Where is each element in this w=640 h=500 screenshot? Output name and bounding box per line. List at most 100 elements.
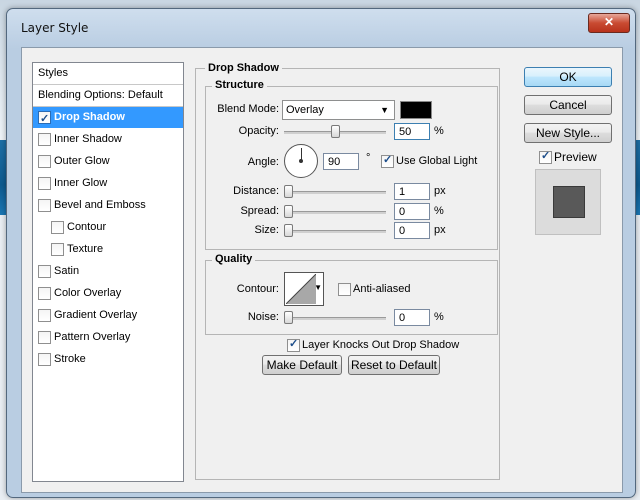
pattern-overlay-checkbox[interactable] <box>38 331 51 344</box>
new-style-button[interactable]: New Style... <box>524 123 612 143</box>
anti-aliased-checkbox[interactable] <box>338 283 351 296</box>
size-slider-track[interactable] <box>284 230 386 233</box>
style-item-outer-glow[interactable]: Outer Glow <box>33 151 183 172</box>
blend-mode-label: Blend Mode: <box>217 103 279 115</box>
style-item-inner-shadow[interactable]: Inner Shadow <box>33 129 183 150</box>
spread-slider-track[interactable] <box>284 211 386 214</box>
noise-input[interactable]: 0 <box>394 309 430 326</box>
style-item-inner-glow[interactable]: Inner Glow <box>33 173 183 194</box>
style-item-label: Pattern Overlay <box>54 331 131 343</box>
style-item-label: Bevel and Emboss <box>54 199 146 211</box>
blending-options-item[interactable]: Blending Options: Default <box>33 85 183 107</box>
style-item-label: Inner Glow <box>54 177 108 189</box>
noise-slider-track[interactable] <box>284 317 386 320</box>
style-item-label: Satin <box>54 265 80 277</box>
opacity-label: Opacity: <box>238 125 279 137</box>
contour-picker[interactable]: ▼ <box>284 272 324 306</box>
gradient-overlay-checkbox[interactable] <box>38 309 51 322</box>
style-item-bevel-and-emboss[interactable]: Bevel and Emboss <box>33 195 183 216</box>
style-item-pattern-overlay[interactable]: Pattern Overlay <box>33 327 183 348</box>
noise-unit: % <box>434 311 444 323</box>
outer-glow-checkbox[interactable] <box>38 155 51 168</box>
style-item-contour[interactable]: Contour <box>33 217 183 238</box>
inner-glow-checkbox[interactable] <box>38 177 51 190</box>
spread-slider-handle[interactable] <box>284 205 293 218</box>
preview-thumbnail <box>535 169 601 235</box>
angle-dial-center <box>299 159 303 163</box>
shadow-color-swatch[interactable] <box>400 101 432 119</box>
distance-slider-track[interactable] <box>284 191 386 194</box>
contour-label: Contour: <box>236 283 279 295</box>
style-item-label: Outer Glow <box>54 155 110 167</box>
blend-mode-value: Overlay <box>286 104 324 116</box>
noise-label: Noise: <box>247 311 279 323</box>
dialog-client-area: Styles Blending Options: Default Drop Sh… <box>21 47 623 493</box>
style-item-texture[interactable]: Texture <box>33 239 183 260</box>
reset-to-default-button[interactable]: Reset to Default <box>348 355 440 375</box>
style-item-label: Color Overlay <box>54 287 122 299</box>
distance-label: Distance: <box>233 185 279 197</box>
angle-unit: ° <box>366 152 371 164</box>
opacity-slider-handle[interactable] <box>331 125 340 138</box>
spread-unit: % <box>434 205 444 217</box>
chevron-down-icon: ▼ <box>380 105 389 115</box>
bevel-and-emboss-checkbox[interactable] <box>38 199 51 212</box>
quality-group <box>205 260 498 335</box>
distance-unit: px <box>434 185 446 197</box>
dialog-title: Layer Style <box>21 21 89 35</box>
contour-dropdown-arrow-icon[interactable]: ▼ <box>314 283 322 292</box>
style-item-stroke[interactable]: Stroke <box>33 349 183 370</box>
color-overlay-checkbox[interactable] <box>38 287 51 300</box>
satin-checkbox[interactable] <box>38 265 51 278</box>
style-item-label: Stroke <box>54 353 86 365</box>
noise-slider-handle[interactable] <box>284 311 293 324</box>
spread-label: Spread: <box>240 205 279 217</box>
style-item-color-overlay[interactable]: Color Overlay <box>33 283 183 304</box>
opacity-input[interactable]: 50 <box>394 123 430 140</box>
close-button[interactable]: ✕ <box>588 13 630 33</box>
opacity-unit: % <box>434 125 444 137</box>
preview-checkbox[interactable] <box>539 149 552 164</box>
style-item-gradient-overlay[interactable]: Gradient Overlay <box>33 305 183 326</box>
size-input[interactable]: 0 <box>394 222 430 239</box>
texture-checkbox[interactable] <box>51 243 64 256</box>
make-default-button[interactable]: Make Default <box>262 355 342 375</box>
inner-shadow-checkbox[interactable] <box>38 133 51 146</box>
spread-input[interactable]: 0 <box>394 203 430 220</box>
blend-mode-select[interactable]: Overlay ▼ <box>282 100 395 120</box>
layer-knocks-out-label: Layer Knocks Out Drop Shadow <box>302 339 460 351</box>
style-item-label: Contour <box>67 221 107 233</box>
size-slider-handle[interactable] <box>284 224 293 237</box>
layer-knocks-out-checkbox[interactable] <box>287 337 300 352</box>
style-item-satin[interactable]: Satin <box>33 261 183 282</box>
distance-input[interactable]: 1 <box>394 183 430 200</box>
blending-options-label: Blending Options: Default <box>38 89 163 101</box>
contour-preview-icon <box>286 274 316 304</box>
layer-style-dialog: Layer Style ✕ Styles Blending Options: D… <box>6 8 636 498</box>
ok-button[interactable]: OK <box>524 67 612 87</box>
angle-input[interactable]: 90 <box>323 153 359 170</box>
stroke-checkbox[interactable] <box>38 353 51 366</box>
style-item-label: Drop Shadow <box>54 111 125 123</box>
structure-title: Structure <box>212 79 267 91</box>
quality-title: Quality <box>212 253 256 265</box>
style-item-drop-shadow[interactable]: Drop Shadow <box>33 107 183 130</box>
drop-shadow-checkbox[interactable] <box>38 109 51 130</box>
drop-shadow-title: Drop Shadow <box>205 62 282 74</box>
style-item-label: Inner Shadow <box>54 133 122 145</box>
styles-list: Styles Blending Options: Default Drop Sh… <box>32 62 184 482</box>
anti-aliased-label: Anti-aliased <box>353 283 411 295</box>
style-item-label: Texture <box>67 243 104 255</box>
cancel-button[interactable]: Cancel <box>524 95 612 115</box>
style-item-label: Gradient Overlay <box>54 309 138 321</box>
use-global-light-label: Use Global Light <box>396 155 478 167</box>
angle-label: Angle: <box>247 156 279 168</box>
angle-dial[interactable] <box>284 144 318 178</box>
preview-swatch <box>553 186 585 218</box>
distance-slider-handle[interactable] <box>284 185 293 198</box>
contour-checkbox[interactable] <box>51 221 64 234</box>
styles-header[interactable]: Styles <box>33 63 183 85</box>
size-label: Size: <box>254 224 279 236</box>
use-global-light-checkbox[interactable] <box>381 153 394 168</box>
preview-label: Preview <box>554 150 597 164</box>
